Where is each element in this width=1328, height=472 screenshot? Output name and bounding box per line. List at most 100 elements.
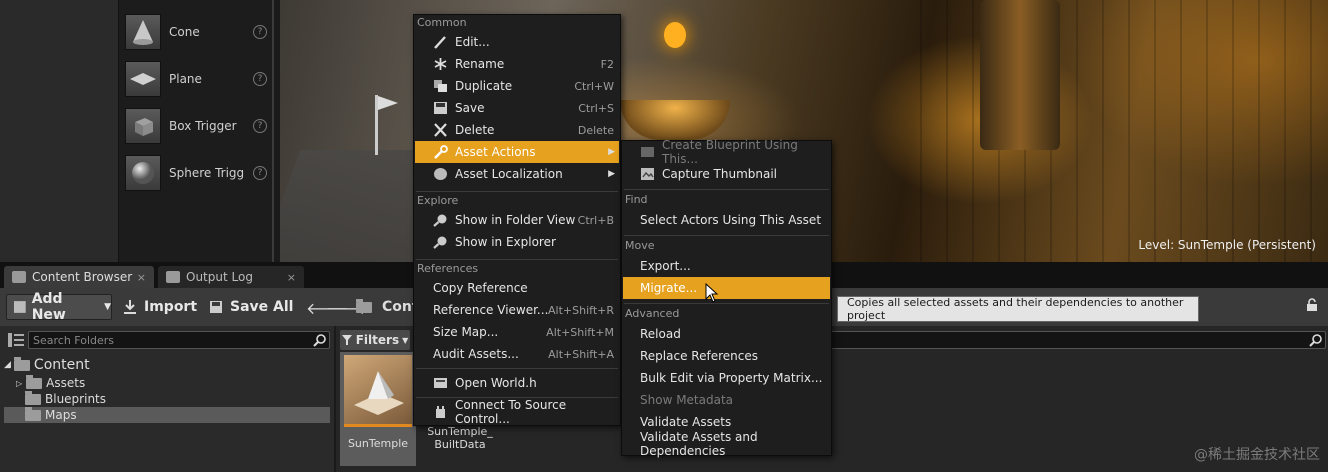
menu-item-reload[interactable]: Reload [623, 323, 830, 345]
tab-label: Content Browser [32, 270, 133, 284]
menu-section-explore: Explore [417, 194, 459, 207]
folder-icon [13, 356, 30, 371]
menu-item-select-actors[interactable]: Select Actors Using This Asset [623, 209, 830, 231]
help-icon[interactable]: ? [253, 25, 267, 39]
asset-name: SunTemple [347, 437, 409, 450]
menu-item-reference-viewer[interactable]: Reference Viewer... Alt+Shift+R [415, 299, 619, 321]
menu-item-audit-assets[interactable]: Audit Assets... Alt+Shift+A [415, 343, 619, 365]
save-icon [210, 301, 222, 313]
menu-item-rename[interactable]: Rename F2 [415, 53, 619, 75]
import-button[interactable]: Import [122, 294, 197, 320]
search-icon [313, 334, 326, 347]
tab-output-log[interactable]: Output Log × [158, 266, 304, 288]
submenu-arrow-icon: ▶ [608, 169, 615, 179]
flag-icon [378, 96, 398, 110]
asset-tile-suntemple[interactable]: SunTemple [340, 352, 416, 466]
tree-item-assets[interactable]: ▷ Assets [4, 374, 330, 391]
search-assets-input[interactable] [830, 331, 1326, 349]
place-item-plane[interactable]: Plane ? [125, 59, 271, 99]
search-folders-input[interactable]: Search Folders [28, 331, 330, 349]
menu-item-show-in-folder-view[interactable]: Show in Folder View Ctrl+B [415, 209, 619, 231]
menu-item-validate-assets-dependencies[interactable]: Validate Assets and Dependencies [623, 430, 830, 458]
menu-item-copy-reference[interactable]: Copy Reference [415, 277, 619, 299]
menu-separator [416, 368, 618, 369]
menu-item-label: Show Metadata [640, 393, 734, 407]
place-item-label: Box Trigger [169, 119, 237, 133]
menu-separator [624, 235, 829, 236]
mouse-cursor-icon [705, 283, 719, 303]
menu-item-label: Copy Reference [433, 281, 528, 295]
menu-section-advanced: Advanced [625, 307, 680, 320]
help-icon[interactable]: ? [253, 119, 267, 133]
menu-item-label: Save [455, 101, 485, 115]
menu-item-label: Capture Thumbnail [662, 167, 778, 181]
left-toolbar-strip [0, 0, 118, 262]
menu-item-label: Migrate... [640, 281, 698, 295]
close-icon[interactable]: × [137, 271, 146, 284]
menu-item-migrate[interactable]: Migrate... [623, 277, 830, 299]
sources-panel-icon[interactable] [8, 333, 24, 347]
place-item-box-trigger[interactable]: Box Trigger ? [125, 106, 271, 146]
source-control-icon [436, 406, 445, 418]
menu-section-move: Move [625, 239, 655, 252]
menu-item-replace-references[interactable]: Replace References [623, 345, 830, 367]
add-new-button[interactable]: Add New ▼ [6, 291, 112, 323]
menu-item-label: Open World.h [455, 376, 537, 390]
asset-name: SunTemple_ BuiltData [427, 425, 493, 451]
viewport-fire-bowl [620, 100, 730, 140]
place-actors-panel: Cone ? Plane ? Box Trigger ? Sphere Trig… [118, 0, 274, 262]
menu-item-label: Validate Assets [640, 415, 732, 429]
menu-item-bulk-edit[interactable]: Bulk Edit via Property Matrix... [623, 367, 830, 389]
tree-item-label: Maps [45, 408, 77, 422]
shortcut-label: Ctrl+S [578, 101, 614, 115]
menu-item-open-world-h[interactable]: Open World.h [415, 372, 619, 394]
lock-icon[interactable] [1306, 298, 1318, 312]
save-all-label: Save All [230, 299, 294, 315]
menu-separator [624, 303, 829, 304]
save-all-button[interactable]: Save All [208, 294, 293, 320]
place-item-label: Plane [169, 72, 202, 86]
level-label: Level: SunTemple (Persistent) [1138, 238, 1316, 252]
menu-item-asset-localization[interactable]: Asset Localization ▶ [415, 163, 619, 185]
player-start-flag-icon[interactable] [375, 95, 378, 155]
menu-item-duplicate[interactable]: Duplicate Ctrl+W [415, 75, 619, 97]
help-icon[interactable]: ? [253, 166, 267, 180]
filters-button[interactable]: Filters ▼ [340, 330, 410, 350]
tab-content-browser[interactable]: Content Browser × [4, 266, 154, 288]
light-bulb-icon[interactable] [664, 22, 686, 48]
menu-item-show-in-explorer[interactable]: Show in Explorer [415, 231, 619, 253]
menu-item-connect-source-control[interactable]: Connect To Source Control... [415, 398, 619, 426]
menu-item-asset-actions[interactable]: Asset Actions ▶ [415, 141, 619, 163]
collapsed-arrow-icon: ▷ [16, 378, 23, 388]
menu-item-size-map[interactable]: Size Map... Alt+Shift+M [415, 321, 619, 343]
menu-item-show-metadata[interactable]: Show Metadata [623, 389, 830, 411]
pencil-icon [434, 36, 446, 49]
menu-item-delete[interactable]: Delete Delete [415, 119, 619, 141]
menu-item-create-blueprint[interactable]: Create Blueprint Using This... [623, 138, 830, 166]
menu-item-export[interactable]: Export... [623, 255, 830, 277]
place-item-cone[interactable]: Cone ? [125, 12, 271, 52]
tree-item-content[interactable]: ◢ Content [4, 356, 330, 373]
place-item-sphere-trigger[interactable]: Sphere Trigg ? [125, 153, 271, 193]
tab-label: Output Log [186, 270, 253, 284]
shortcut-label: Alt+Shift+A [548, 347, 614, 361]
cone-icon [125, 14, 161, 50]
menu-item-label: Select Actors Using This Asset [640, 213, 822, 227]
map-thumbnail-icon [344, 355, 412, 427]
help-icon[interactable]: ? [253, 72, 267, 86]
tree-item-maps[interactable]: Maps [4, 406, 330, 423]
menu-item-capture-thumbnail[interactable]: Capture Thumbnail [623, 163, 830, 185]
tree-item-blueprints[interactable]: Blueprints [4, 390, 330, 407]
menu-item-edit[interactable]: Edit... [415, 31, 619, 53]
menu-item-label: Duplicate [455, 79, 513, 93]
submenu-arrow-icon: ▶ [608, 147, 615, 157]
viewport-pillar [980, 0, 1060, 150]
migrate-tooltip: Copies all selected assets and their dep… [837, 296, 1199, 322]
breadcrumb[interactable]: Cont [356, 294, 419, 320]
shortcut-label: Delete [577, 123, 614, 137]
filter-icon [341, 335, 352, 345]
tree-item-label: Assets [46, 376, 86, 390]
close-icon[interactable]: × [287, 271, 296, 284]
menu-separator [624, 189, 829, 190]
menu-item-save[interactable]: Save Ctrl+S [415, 97, 619, 119]
